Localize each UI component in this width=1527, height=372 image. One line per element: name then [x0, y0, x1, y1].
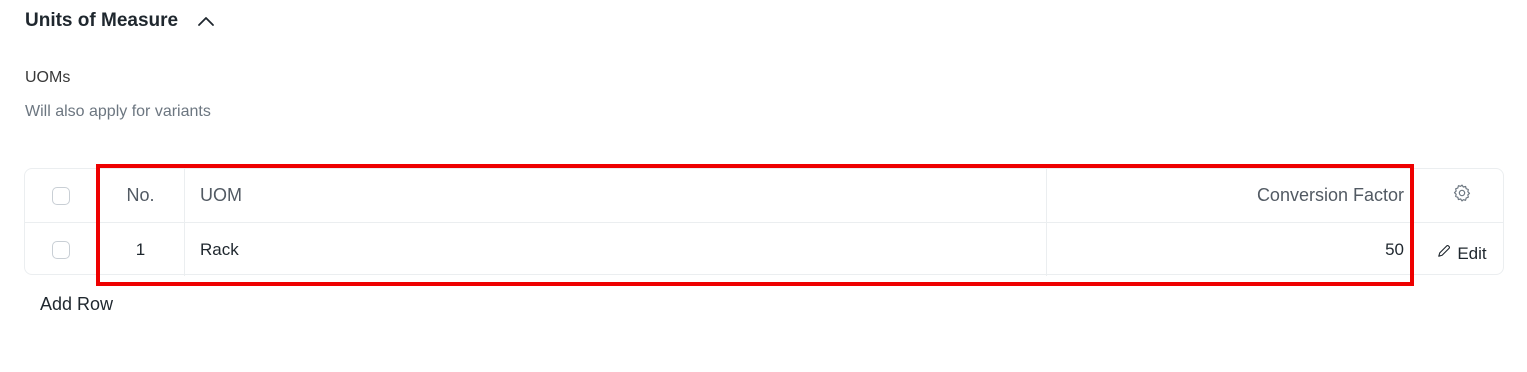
select-all-checkbox[interactable] — [51, 186, 70, 205]
add-row-button[interactable]: Add Row — [40, 294, 113, 315]
row-edit-cell: Edit — [1420, 223, 1503, 276]
table-row[interactable]: 1 Rack 50 Edit — [25, 223, 1503, 276]
select-all-cell — [25, 169, 96, 222]
row-conversion-factor[interactable]: 50 — [1046, 223, 1420, 276]
settings-cell — [1420, 169, 1503, 222]
field-description: Will also apply for variants — [25, 103, 211, 120]
column-header-uom: UOM — [184, 169, 1046, 222]
field-label: UOMs — [25, 69, 71, 86]
section-header: Units of Measure — [25, 8, 216, 34]
column-header-no: No. — [96, 169, 184, 222]
uom-table: No. UOM Conversion Factor 1 Rack 50 Edit — [24, 168, 1504, 276]
gear-icon[interactable] — [1452, 183, 1472, 208]
edit-label: Edit — [1457, 243, 1487, 263]
row-checkbox[interactable] — [51, 240, 70, 259]
row-uom[interactable]: Rack — [184, 223, 1046, 276]
pencil-icon — [1436, 244, 1451, 264]
row-select-cell — [25, 223, 96, 276]
chevron-up-icon[interactable] — [196, 11, 216, 31]
edit-row-button[interactable]: Edit — [1436, 243, 1487, 264]
column-header-conversion-factor: Conversion Factor — [1046, 169, 1420, 222]
table-header-row: No. UOM Conversion Factor — [25, 169, 1503, 223]
section-title: Units of Measure — [25, 10, 179, 31]
row-no: 1 — [96, 223, 184, 276]
